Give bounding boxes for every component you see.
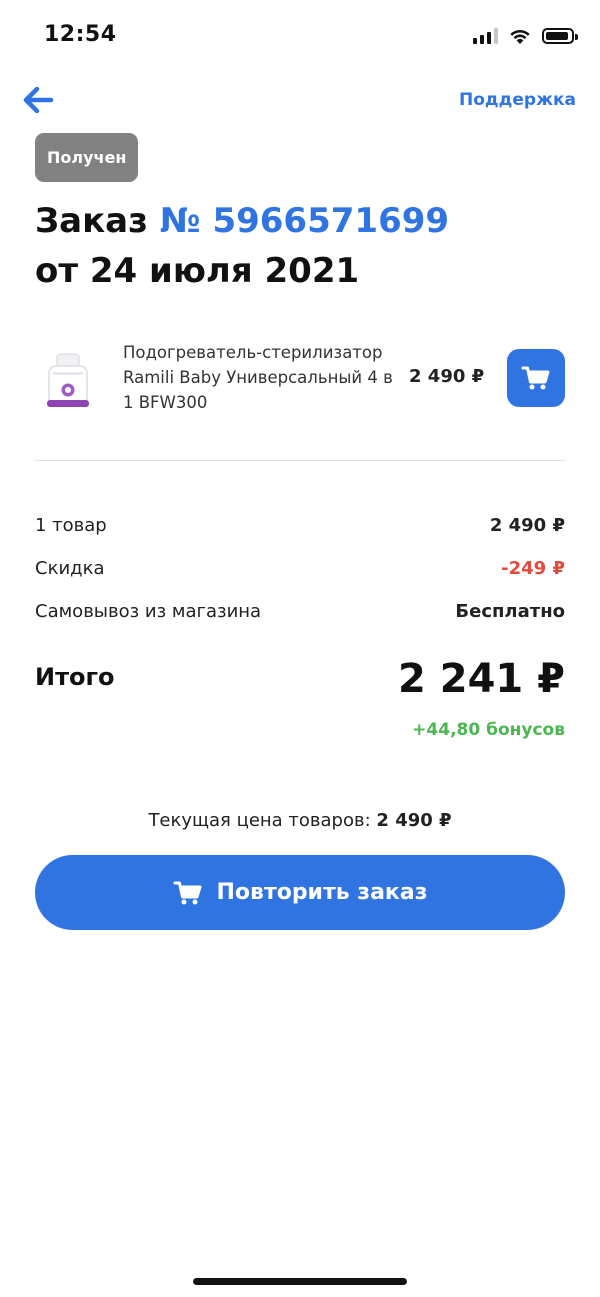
cart-icon — [173, 881, 201, 904]
order-number: № 5966571699 — [159, 201, 450, 241]
current-price-label: Текущая цена товаров: — [148, 810, 371, 831]
wifi-icon — [510, 29, 530, 44]
support-link[interactable]: Поддержка — [459, 90, 576, 110]
status-badge: Получен — [35, 133, 139, 182]
discount-label: Скидка — [35, 558, 105, 579]
total-label: Итого — [35, 663, 115, 691]
status-bar: 12:54 — [0, 0, 600, 72]
current-price-value: 2 490 ₽ — [376, 810, 452, 831]
order-date: от 24 июля 2021 — [35, 251, 360, 291]
signal-icon — [473, 28, 498, 44]
status-icons — [473, 25, 578, 47]
page-title: Заказ № 5966571699 от 24 июля 2021 — [35, 196, 449, 296]
arrow-left-icon — [23, 86, 54, 114]
back-button[interactable] — [20, 84, 60, 118]
items-label: 1 товар — [35, 515, 107, 536]
delivery-value: Бесплатно — [455, 601, 565, 622]
battery-icon — [542, 28, 578, 44]
summary-delivery-row: Самовывоз из магазина Бесплатно — [35, 601, 565, 627]
cart-icon — [521, 366, 550, 390]
discount-value: -249 ₽ — [501, 558, 565, 579]
bonus-text: +44,80 бонусов — [412, 720, 565, 740]
product-name[interactable]: Подогреватель-стерилизатор Ramili Baby У… — [123, 340, 393, 415]
summary-items-row: 1 товар 2 490 ₽ — [35, 515, 565, 541]
divider — [35, 460, 565, 461]
delivery-label: Самовывоз из магазина — [35, 601, 262, 622]
summary-discount-row: Скидка -249 ₽ — [35, 558, 565, 584]
repeat-order-label: Повторить заказ — [216, 880, 428, 905]
add-to-cart-button[interactable] — [507, 349, 565, 407]
total-value: 2 241 ₽ — [397, 656, 565, 702]
repeat-order-button[interactable]: Повторить заказ — [35, 855, 565, 930]
current-price-line: Текущая цена товаров: 2 490 ₽ — [0, 810, 600, 831]
home-indicator[interactable] — [193, 1278, 407, 1285]
product-image — [47, 353, 89, 407]
items-value: 2 490 ₽ — [489, 515, 565, 536]
status-time: 12:54 — [44, 22, 117, 47]
order-title-prefix: Заказ — [35, 201, 148, 241]
order-details-screen: 12:54 Поддержка Получен Заказ № 59665716… — [0, 0, 600, 1297]
product-row[interactable]: Подогреватель-стерилизатор Ramili Baby У… — [35, 340, 565, 420]
product-price: 2 490 ₽ — [409, 366, 485, 387]
